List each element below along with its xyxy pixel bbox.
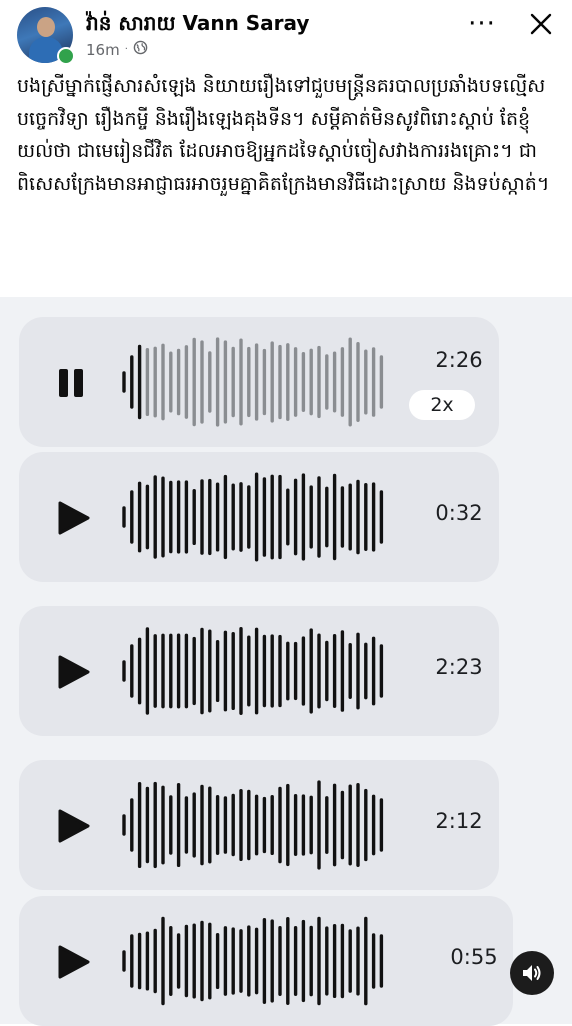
waveform[interactable] — [121, 780, 391, 870]
audio-attachment: 2:26 2x 0:32 2:23 2:12 0:55 — [0, 297, 572, 1026]
play-button[interactable] — [55, 944, 91, 980]
online-status-dot — [57, 47, 75, 65]
waveform[interactable] — [121, 472, 391, 562]
post-header: វ៉ាន់ សារាយ Vann Saray 16m · ··· — [0, 0, 572, 70]
play-icon — [58, 655, 90, 689]
waveform[interactable] — [121, 916, 391, 1006]
audio-duration: 0:32 — [435, 501, 483, 525]
play-icon — [58, 945, 90, 979]
post-meta: 16m · — [86, 40, 148, 59]
audio-message-card[interactable]: 2:26 2x — [19, 317, 499, 447]
close-icon — [530, 13, 552, 35]
audio-message-card[interactable]: 0:32 — [19, 452, 499, 582]
audio-duration: 2:23 — [435, 655, 483, 679]
author-name[interactable]: វ៉ាន់ សារាយ Vann Saray — [86, 10, 309, 40]
meta-separator: · — [124, 44, 128, 55]
pause-button[interactable] — [55, 365, 91, 401]
pause-icon — [59, 369, 83, 397]
sound-toggle-button[interactable] — [510, 951, 554, 995]
more-options-button[interactable]: ··· — [465, 9, 499, 39]
audio-message-card[interactable]: 2:23 — [19, 606, 499, 736]
speaker-icon — [523, 965, 541, 981]
playback-speed-button[interactable]: 2x — [409, 390, 475, 420]
play-button[interactable] — [55, 808, 91, 844]
more-icon: ··· — [468, 9, 496, 39]
audio-duration: 0:55 — [450, 945, 498, 969]
audio-message-card[interactable]: 2:12 — [19, 760, 499, 890]
waveform[interactable] — [121, 337, 391, 427]
audio-duration: 2:26 — [435, 348, 483, 372]
play-icon — [58, 809, 90, 843]
audio-duration: 2:12 — [435, 809, 483, 833]
post-timestamp[interactable]: 16m — [86, 41, 120, 59]
play-button[interactable] — [55, 500, 91, 536]
play-icon — [58, 501, 90, 535]
post-text: បងស្រីម្នាក់ផ្ញើសារសំឡេង និយាយរឿងទៅជួបមន… — [17, 75, 550, 195]
play-button[interactable] — [55, 654, 91, 690]
audio-message-card[interactable]: 0:55 — [19, 896, 513, 1026]
avatar-head — [37, 17, 55, 37]
globe-icon — [133, 40, 148, 59]
waveform[interactable] — [121, 626, 391, 716]
close-button[interactable] — [524, 9, 558, 39]
